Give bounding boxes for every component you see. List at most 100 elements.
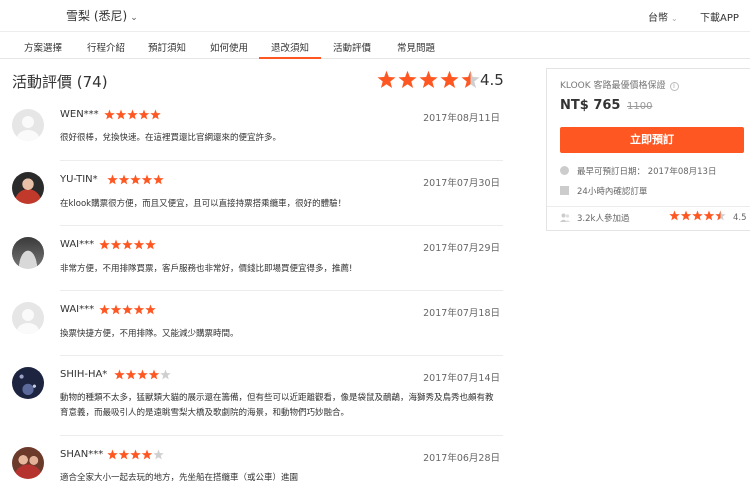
- price-guarantee-label: KLOOK 客路最優價格保證: [560, 81, 666, 91]
- chevron-down-icon: ⌄: [130, 13, 138, 23]
- review-stars: [99, 304, 156, 316]
- review-text: 換票快捷方便，不用排隊。又能減少購票時間。: [60, 329, 239, 339]
- review-stars: [107, 174, 164, 186]
- star-icon: [122, 304, 133, 315]
- default-avatar-icon: [17, 309, 39, 334]
- star-icon: [148, 369, 160, 380]
- star-icon: [138, 109, 150, 120]
- star-icon: [104, 109, 115, 120]
- tab-how-to-use[interactable]: 如何使用: [210, 40, 248, 54]
- star-icon: [122, 239, 133, 250]
- sidebar-rating-score: 4.5: [733, 213, 747, 223]
- review-stars: [114, 369, 171, 381]
- review-date: 2017年08月11日: [423, 113, 500, 124]
- download-app-link[interactable]: 下載APP: [700, 9, 739, 24]
- avatar: [12, 302, 44, 334]
- avatar: [12, 367, 44, 399]
- review-text: 適合全家大小一起去玩的地方，先坐船在搭纜車（或公車）進園: [60, 473, 299, 483]
- star-icon: [107, 174, 118, 185]
- star-icon: [692, 210, 703, 221]
- star-icon: [130, 449, 141, 460]
- star-icon: [114, 369, 125, 380]
- star-icon: [715, 210, 726, 221]
- star-icon: [133, 304, 145, 315]
- stars-graphic: [99, 239, 156, 250]
- star-icon: [125, 369, 137, 380]
- star-icon: [130, 174, 141, 185]
- original-price: 1100: [627, 101, 653, 112]
- avatar: [12, 237, 44, 269]
- stars-graphic: [104, 109, 161, 120]
- star-icon: [127, 109, 138, 120]
- divider: [547, 206, 750, 207]
- reviewer-name: WEN***: [60, 109, 99, 120]
- calendar-icon: [560, 186, 569, 195]
- price: NT$ 765: [560, 98, 621, 113]
- star-icon: [153, 449, 164, 460]
- star-icon: [141, 174, 153, 185]
- tab-itinerary[interactable]: 行程介紹: [87, 40, 125, 54]
- divider: [60, 290, 503, 291]
- star-icon: [160, 369, 171, 380]
- avatar: [12, 109, 44, 141]
- avatar: [12, 172, 44, 204]
- book-now-button[interactable]: 立即預訂: [560, 127, 744, 153]
- star-icon: [141, 449, 153, 460]
- city-selector[interactable]: 雪梨 (悉尼) ⌄: [66, 7, 138, 24]
- star-icon: [440, 70, 459, 88]
- currency-selector[interactable]: 台幣 ⌄: [648, 9, 678, 24]
- clock-icon: [560, 166, 569, 175]
- city-name: 雪梨 (悉尼): [66, 9, 128, 23]
- star-icon: [110, 304, 122, 315]
- review-stars: [104, 109, 161, 121]
- review-date: 2017年07月30日: [423, 178, 500, 189]
- reviews-title: 活動評價 (74): [12, 73, 108, 91]
- star-icon: [377, 70, 396, 88]
- review-date: 2017年07月14日: [423, 373, 500, 384]
- star-icon: [461, 70, 480, 88]
- review-text: 在klook購票很方便，而且又便宜，且可以直接持票搭乘纜車，很好的體驗！: [60, 199, 347, 209]
- avatar: [12, 447, 44, 479]
- reviewer-name: SHAN***: [60, 449, 104, 460]
- top-bar: 雪梨 (悉尼) ⌄ 台幣 ⌄ 下載APP: [0, 0, 750, 31]
- participants: 3.2k人參加過: [560, 212, 629, 224]
- tab-package-options[interactable]: 方案選擇: [24, 40, 62, 54]
- earliest-date-row: 最早可預訂日期： 2017年08月13日: [560, 165, 716, 177]
- stars-graphic: [114, 369, 171, 380]
- star-icon: [107, 449, 118, 460]
- info-icon[interactable]: i: [669, 82, 679, 91]
- stars-graphic: [99, 304, 156, 315]
- confirm-text: 24小時內確認訂單: [577, 187, 648, 197]
- star-icon: [419, 70, 438, 88]
- overall-rating-score: 4.5: [480, 71, 504, 89]
- reviewer-name: WAI***: [60, 304, 95, 315]
- tab-reviews[interactable]: 活動評價: [333, 40, 371, 54]
- overall-rating-stars: [377, 70, 480, 90]
- stars-graphic: [669, 210, 726, 221]
- default-avatar-icon: [17, 116, 39, 141]
- tab-cancellation-policy[interactable]: 退改須知: [271, 40, 309, 54]
- booking-card: KLOOK 客路最優價格保證 i NT$ 765 1100 立即預訂 最早可預訂日…: [546, 68, 750, 231]
- star-icon: [145, 239, 156, 250]
- review-date: 2017年06月28日: [423, 453, 500, 464]
- currency-label: 台幣: [648, 13, 668, 24]
- star-icon: [153, 174, 164, 185]
- star-icon: [110, 239, 122, 250]
- tab-booking-info[interactable]: 預訂須知: [148, 40, 186, 54]
- reviewer-name: SHIH-HA*: [60, 369, 108, 380]
- price-guarantee: KLOOK 客路最優價格保證 i: [560, 78, 679, 91]
- star-icon: [137, 369, 148, 380]
- users-icon: [560, 213, 570, 222]
- review-text: 動物的種類不太多，猛獸類大貓的展示還在籌備，但有些可以近距離觀看，像是袋鼠及鴯鶓…: [60, 393, 494, 418]
- star-icon: [669, 210, 680, 221]
- reviewer-name: YU-TIN*: [60, 174, 98, 185]
- divider: [60, 160, 503, 161]
- review-stars: [99, 239, 156, 251]
- star-icon: [703, 210, 715, 221]
- stars-graphic: [107, 174, 164, 185]
- review-text: 非常方便，不用排隊買票，客戶服務也非常好，價錢比即場買便宜得多，推薦!: [60, 264, 353, 274]
- stars-graphic: [107, 449, 164, 460]
- tab-faq[interactable]: 常見問題: [397, 40, 435, 54]
- star-icon: [150, 109, 161, 120]
- active-tab-indicator: [259, 57, 321, 59]
